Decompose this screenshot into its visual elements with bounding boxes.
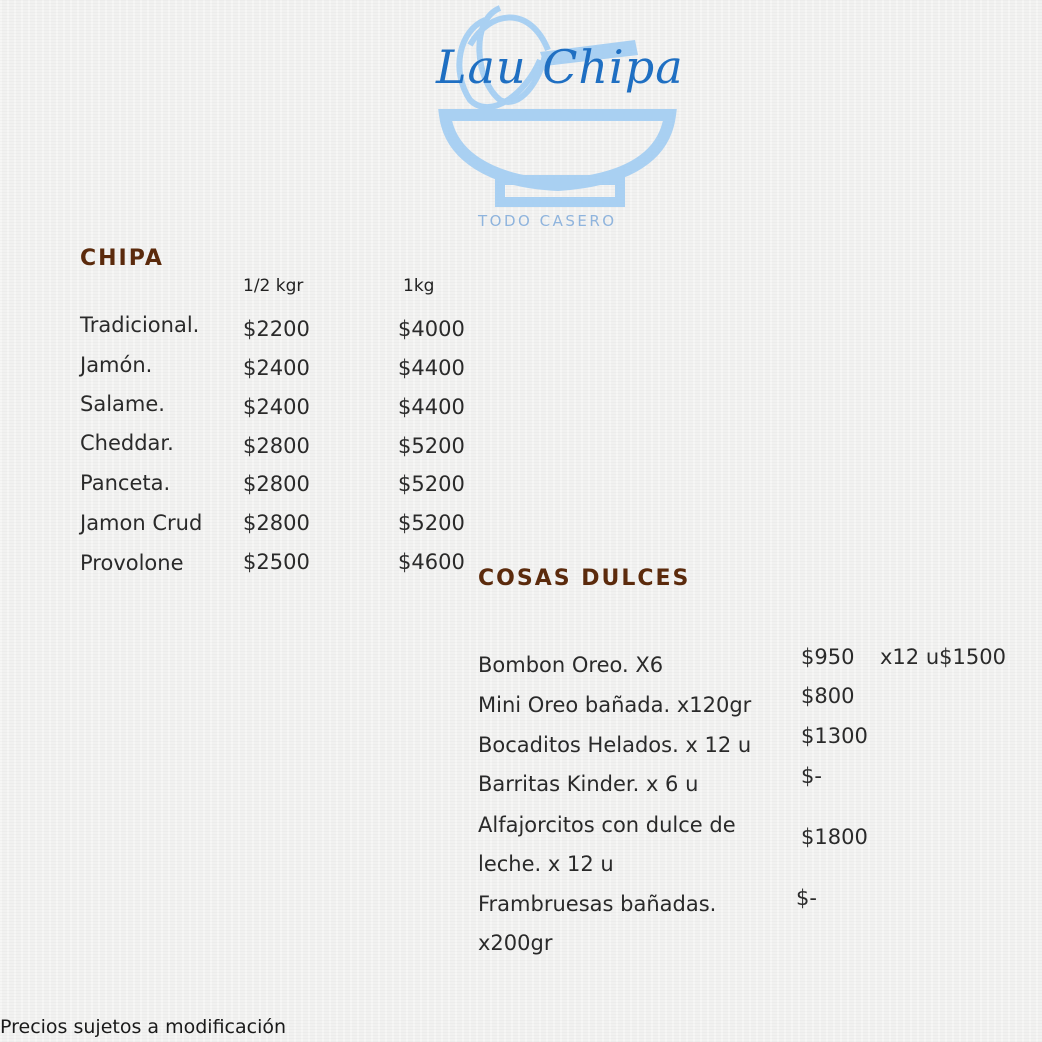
brand-tagline: TODO CASERO (478, 212, 617, 230)
dulces-item-name: Bombon Oreo. X6 (478, 653, 664, 677)
chipa-item-name: Panceta. (80, 471, 171, 495)
chipa-price-half: $2800 (243, 511, 310, 535)
chipa-item-name: Salame. (80, 392, 165, 416)
chipa-price-half: $2800 (243, 434, 310, 458)
dulces-item-name-line1: Alfajorcitos con dulce de (478, 813, 736, 837)
price-disclaimer: Precios sujetos a modificación (0, 1016, 287, 1038)
dulces-item-price: $950 (801, 645, 855, 669)
dulces-item-price: $1800 (801, 825, 868, 849)
chipa-item-name: Jamon Crud (80, 511, 203, 535)
chipa-price-half: $2500 (243, 550, 310, 574)
col-half-kg: 1/2 kgr (243, 276, 304, 296)
chipa-price-kg: $5200 (398, 472, 465, 496)
chipa-price-kg: $4000 (398, 317, 465, 341)
chipa-item-name: Provolone (80, 551, 184, 575)
chipa-price-half: $2400 (243, 356, 310, 380)
whisk-bowl-logo-icon (438, 5, 677, 207)
dulces-item-price: $- (796, 886, 817, 910)
chipa-price-kg: $5200 (398, 434, 465, 458)
chipa-heading: CHIPA (80, 246, 164, 271)
dulces-item-name-line2: leche. x 12 u (478, 852, 614, 876)
dulces-heading: COSAS DULCES (478, 566, 691, 591)
chipa-price-kg: $5200 (398, 511, 465, 535)
chipa-price-half: $2800 (243, 472, 310, 496)
dulces-item-name: Barritas Kinder. x 6 u (478, 772, 699, 796)
chipa-price-kg: $4400 (398, 395, 465, 419)
chipa-price-kg: $4600 (398, 550, 465, 574)
dulces-item-name: Bocaditos Helados. x 12 u (478, 733, 752, 757)
dulces-item-name-line2: x200gr (478, 931, 553, 955)
dulces-item-price: $- (801, 764, 822, 788)
logo: Lau Chipa TODO CASERO (430, 0, 690, 240)
chipa-price-kg: $4400 (398, 356, 465, 380)
chipa-item-name: Cheddar. (80, 431, 174, 455)
chipa-price-half: $2400 (243, 395, 310, 419)
dulces-item-name-line1: Frambruesas bañadas. (478, 892, 717, 916)
dulces-item-price: $1300 (801, 724, 868, 748)
chipa-price-half: $2200 (243, 317, 310, 341)
brand-name: Lau Chipa (436, 40, 684, 94)
chipa-item-name: Jamón. (80, 353, 153, 377)
dulces-item-price: $800 (801, 684, 855, 708)
col-kg: 1kg (403, 276, 435, 296)
chipa-item-name: Tradicional. (80, 313, 200, 337)
dulces-item-name: Mini Oreo bañada. x120gr (478, 693, 752, 717)
dulces-item-extra-price: x12 u$1500 (880, 645, 1006, 669)
